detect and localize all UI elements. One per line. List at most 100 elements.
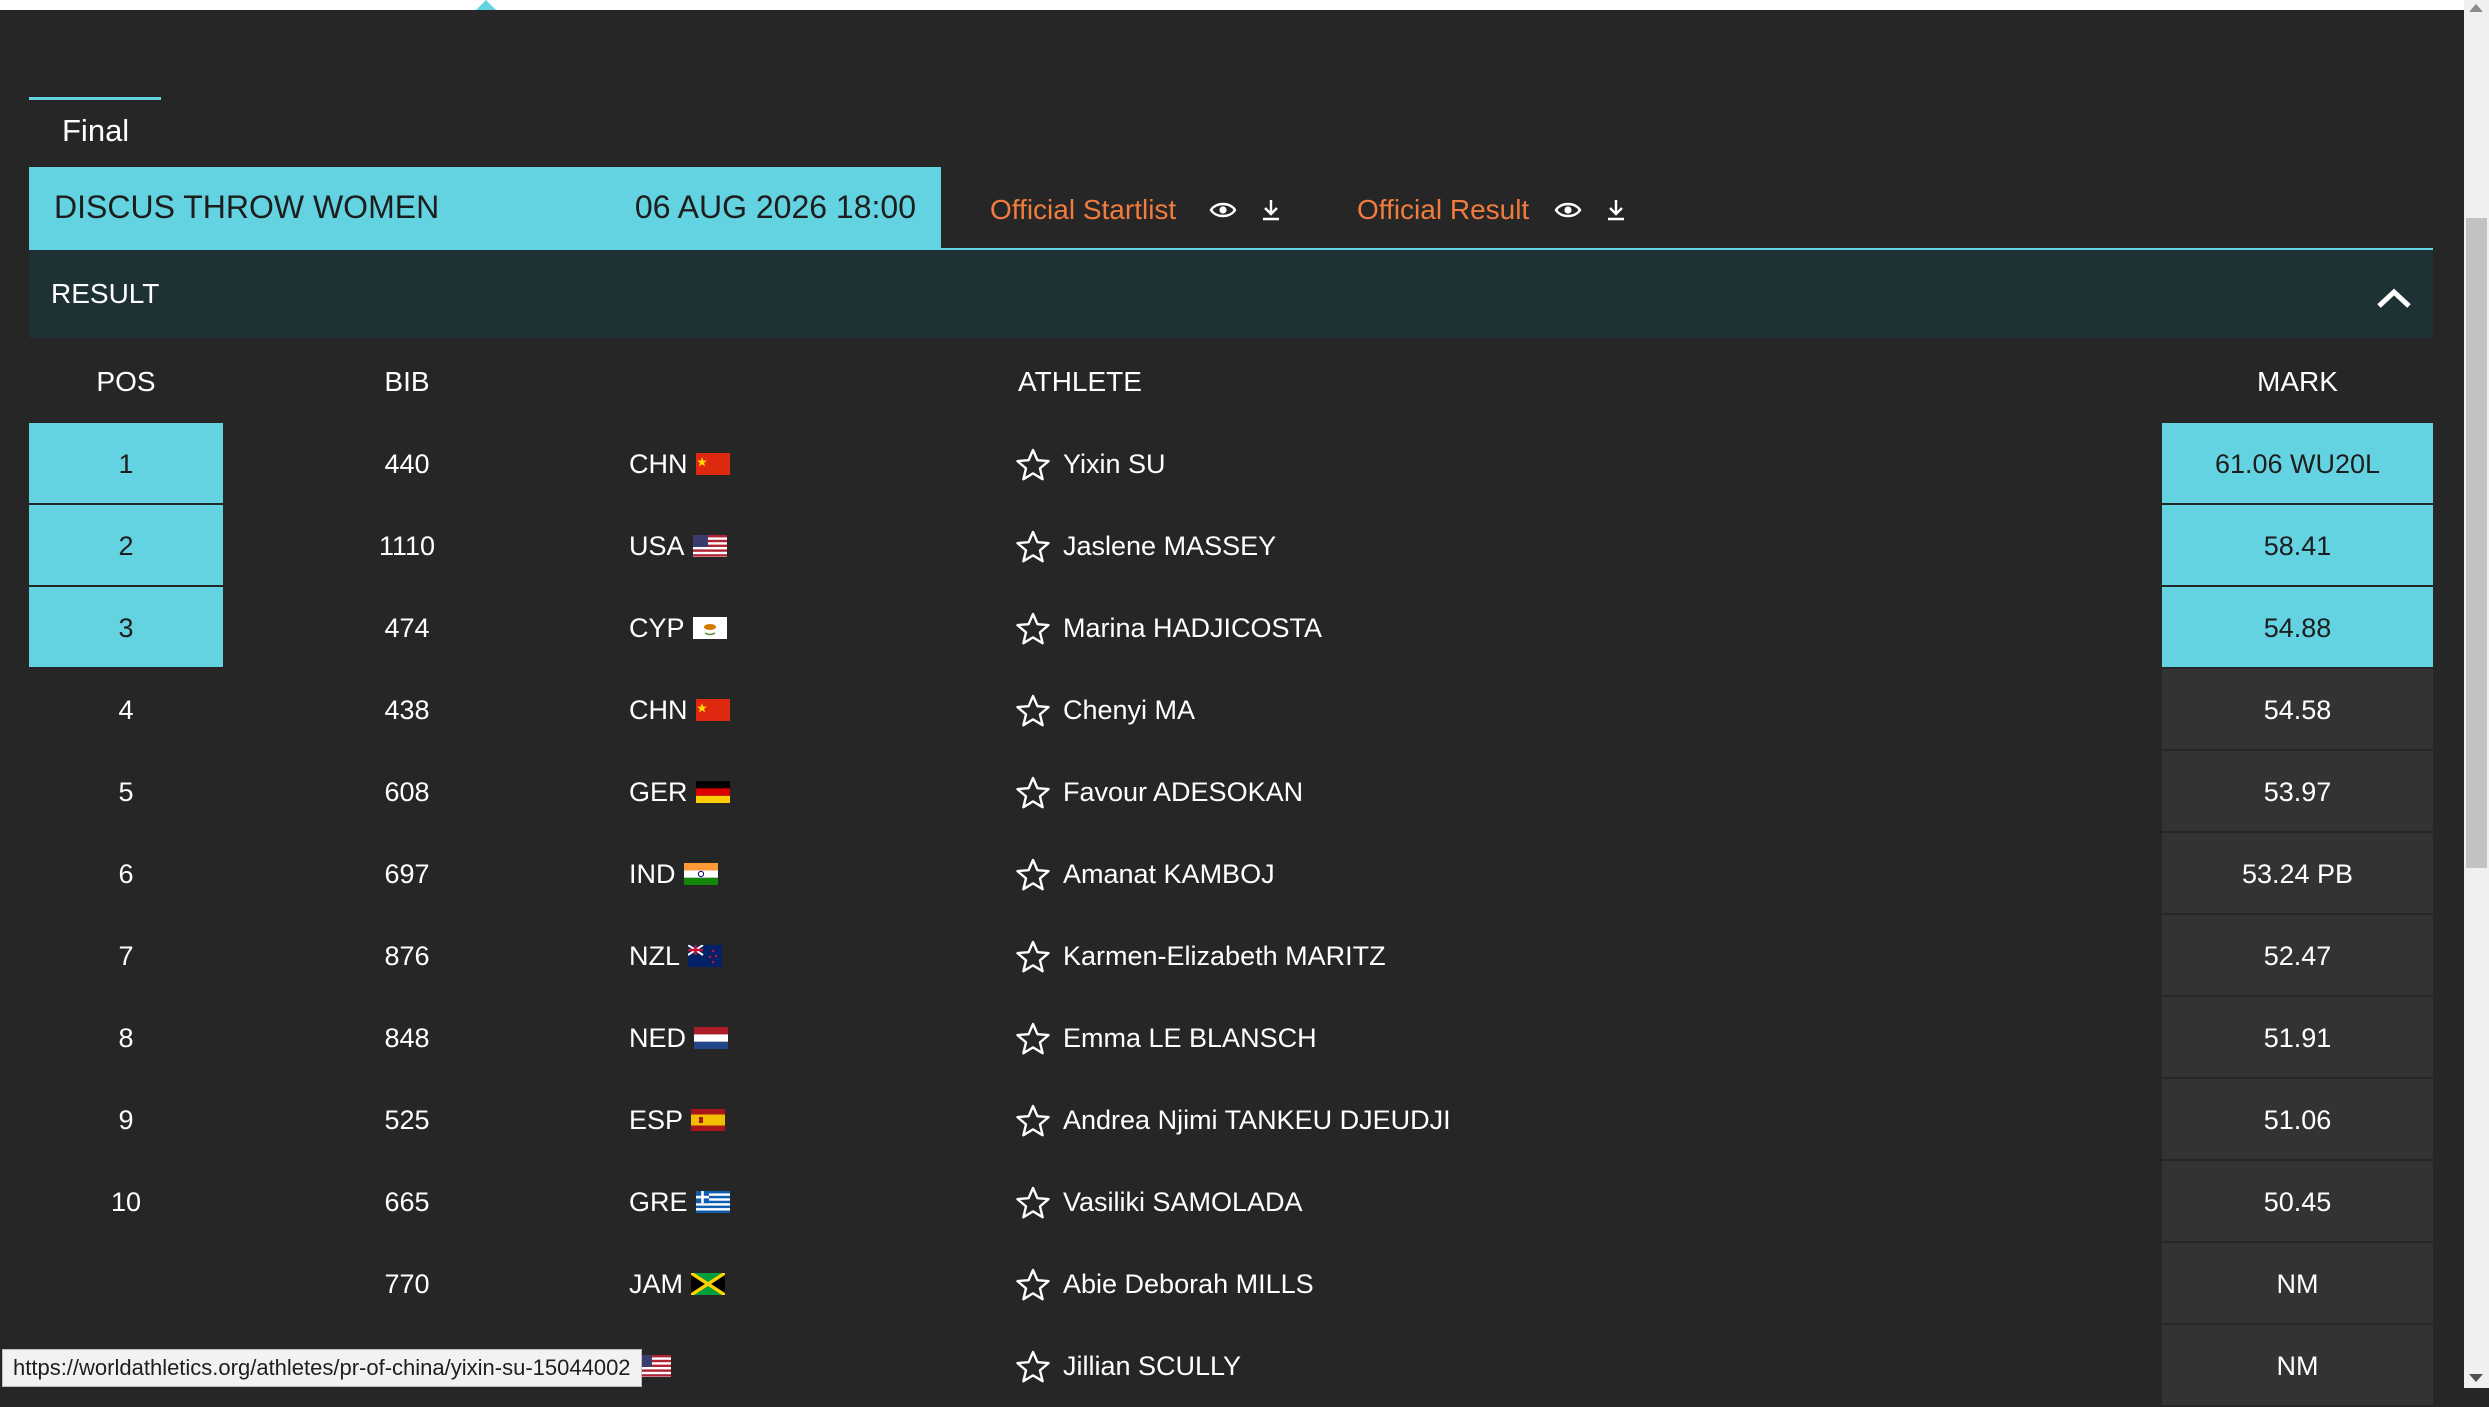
favorite-star-icon[interactable] — [1015, 1185, 1051, 1221]
mark-cell: NM — [2162, 1243, 2433, 1323]
bib-cell: 440 — [384, 449, 430, 479]
bib-cell: 876 — [384, 941, 430, 971]
result-section-header[interactable]: RESULT — [29, 250, 2433, 338]
mark-cell: NM — [2162, 1325, 2433, 1405]
favorite-star-icon[interactable] — [1015, 693, 1051, 729]
table-row[interactable]: 5 608 GER Favour ADESOKAN 53.97 — [29, 751, 2433, 833]
athlete-name-link[interactable]: Andrea Njimi TANKEU DJEUDJI — [1063, 1079, 1451, 1161]
country-flag-icon — [694, 1026, 729, 1049]
table-row[interactable]: 9 525 ESP Andrea Njimi TANKEU DJEUDJI 51.06 — [29, 1079, 2433, 1161]
bib-cell: 770 — [384, 1269, 430, 1299]
country-code: JAM — [629, 1269, 683, 1299]
column-header-athlete: ATHLETE — [1018, 366, 1142, 397]
athlete-name-link[interactable]: Jillian SCULLY — [1063, 1325, 1241, 1407]
country-flag-icon — [688, 944, 723, 967]
country-cell: GRE — [629, 1161, 769, 1243]
bib-cell: 608 — [384, 777, 430, 807]
position-cell: 6 — [118, 859, 134, 889]
scroll-up-icon[interactable] — [2469, 4, 2483, 12]
bib-cell: 848 — [384, 1023, 430, 1053]
table-row[interactable]: 3 474 CYP Marina HADJICOSTA 54.88 — [29, 587, 2433, 669]
menu-caret-icon — [476, 0, 496, 10]
link-status-url: https://worldathletics.org/athletes/pr-o… — [2, 1349, 642, 1387]
country-flag-icon — [683, 862, 718, 885]
athlete-name-link[interactable]: Favour ADESOKAN — [1063, 751, 1303, 833]
favorite-star-icon[interactable] — [1015, 1349, 1051, 1385]
favorite-star-icon[interactable] — [1015, 1103, 1051, 1139]
chevron-up-icon[interactable] — [2375, 286, 2413, 310]
table-row[interactable]: 770 JAM Abie Deborah MILLS NM — [29, 1243, 2433, 1325]
mark-cell: 50.45 — [2162, 1161, 2433, 1241]
country-code: CHN — [629, 695, 688, 725]
mark-cell: 53.97 — [2162, 751, 2433, 831]
bib-cell: 665 — [384, 1187, 430, 1217]
position-cell: 3 — [29, 587, 223, 667]
position-cell: 1 — [29, 423, 223, 503]
favorite-star-icon[interactable] — [1015, 1021, 1051, 1057]
eye-icon[interactable] — [1208, 196, 1238, 224]
athlete-name-link[interactable]: Marina HADJICOSTA — [1063, 587, 1322, 669]
download-icon[interactable] — [1256, 196, 1286, 224]
table-row[interactable]: 1 440 CHN Yixin SU 61.06 WU20L — [29, 423, 2433, 505]
athlete-name-link[interactable]: Yixin SU — [1063, 423, 1166, 505]
country-cell: IND — [629, 833, 769, 915]
athlete-name-link[interactable]: Chenyi MA — [1063, 669, 1195, 751]
athlete-name-link[interactable]: Jaslene MASSEY — [1063, 505, 1276, 587]
favorite-star-icon[interactable] — [1015, 939, 1051, 975]
country-cell: ESP — [629, 1079, 769, 1161]
favorite-star-icon[interactable] — [1015, 611, 1051, 647]
table-row[interactable]: 10 665 GRE Vasiliki SAMOLADA 50.45 — [29, 1161, 2433, 1243]
mark-cell: 53.24 PB — [2162, 833, 2433, 913]
country-flag-icon — [637, 1354, 671, 1377]
favorite-star-icon[interactable] — [1015, 529, 1051, 565]
country-flag-icon — [691, 1272, 725, 1295]
country-code: NED — [629, 1023, 687, 1053]
country-cell: NZL — [629, 915, 769, 997]
favorite-star-icon[interactable] — [1015, 775, 1051, 811]
event-header: DISCUS THROW WOMEN 06 AUG 2026 18:00 — [29, 167, 941, 249]
mark-cell: 61.06 WU20L — [2162, 423, 2433, 503]
mark-cell: 51.06 — [2162, 1079, 2433, 1159]
scrollbar[interactable] — [2464, 0, 2489, 1388]
mark-cell: 54.58 — [2162, 669, 2433, 749]
country-cell — [629, 1325, 769, 1407]
mark-cell: 51.91 — [2162, 997, 2433, 1077]
table-row[interactable]: 2 1110 USA Jaslene MASSEY 58.41 — [29, 505, 2433, 587]
scroll-thumb[interactable] — [2466, 218, 2487, 868]
mark-cell: 52.47 — [2162, 915, 2433, 995]
country-cell: CYP — [629, 587, 769, 669]
table-row[interactable]: 8 848 NED Emma LE BLANSCH 51.91 — [29, 997, 2433, 1079]
athlete-name-link[interactable]: Emma LE BLANSCH — [1063, 997, 1317, 1079]
athlete-name-link[interactable]: Vasiliki SAMOLADA — [1063, 1161, 1303, 1243]
bib-cell: 525 — [384, 1105, 430, 1135]
position-cell: 4 — [118, 695, 134, 725]
country-cell: NED — [629, 997, 769, 1079]
bib-cell: 438 — [384, 695, 430, 725]
position-cell: 5 — [118, 777, 134, 807]
top-bar — [0, 0, 2464, 10]
table-row[interactable]: 4 438 CHN Chenyi MA 54.58 — [29, 669, 2433, 751]
download-icon[interactable] — [1601, 196, 1631, 224]
column-header-bib: BIB — [384, 366, 430, 397]
country-code: USA — [629, 531, 685, 561]
eye-icon[interactable] — [1553, 196, 1583, 224]
table-row[interactable]: 7 876 NZL Karmen-Elizabeth MARITZ 52.47 — [29, 915, 2433, 997]
favorite-star-icon[interactable] — [1015, 857, 1051, 893]
scroll-down-icon[interactable] — [2469, 1374, 2483, 1382]
country-flag-icon — [695, 780, 730, 803]
table-row[interactable]: 6 697 IND Amanat KAMBOJ 53.24 PB — [29, 833, 2433, 915]
tab-final[interactable]: Final — [62, 113, 129, 149]
athlete-name-link[interactable]: Karmen-Elizabeth MARITZ — [1063, 915, 1386, 997]
athlete-name-link[interactable]: Abie Deborah MILLS — [1063, 1243, 1314, 1325]
country-code: CHN — [629, 449, 688, 479]
column-header-mark: MARK — [2257, 366, 2338, 397]
country-code: ESP — [629, 1105, 684, 1135]
country-cell: JAM — [629, 1243, 769, 1325]
favorite-star-icon[interactable] — [1015, 447, 1051, 483]
athlete-name-link[interactable]: Amanat KAMBOJ — [1063, 833, 1275, 915]
favorite-star-icon[interactable] — [1015, 1267, 1051, 1303]
column-header-pos: POS — [96, 366, 156, 397]
official-result-link[interactable]: Official Result — [1357, 194, 1529, 226]
official-startlist-link[interactable]: Official Startlist — [990, 194, 1176, 226]
event-datetime: 06 AUG 2026 18:00 — [634, 189, 916, 225]
